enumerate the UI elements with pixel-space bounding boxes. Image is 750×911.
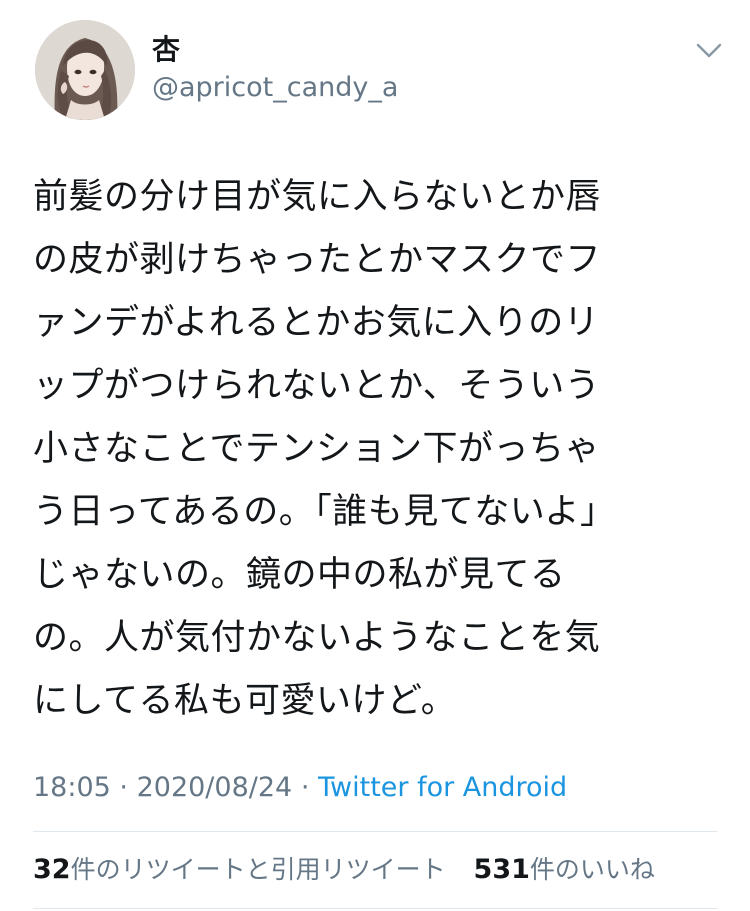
divider [33, 908, 717, 909]
retweets-stat[interactable]: 32件のリツイートと引用リツイート [33, 854, 446, 885]
tweet-date[interactable]: 2020/08/24 [137, 772, 293, 803]
tweet-text-line: の。人が気付かないようなことを気 [33, 618, 601, 658]
tweet-detail: 杏 @apricot_candy_a 前髪の分け目が気に入らないとか唇 の皮が剥… [0, 0, 750, 911]
avatar[interactable] [35, 20, 135, 120]
tweet-text-line: 前髪の分け目が気に入らないとか唇 [33, 177, 602, 217]
retweet-count: 32 [33, 854, 71, 885]
tweet-text: 前髪の分け目が気に入らないとか唇 の皮が剥けちゃったとかマスクでフ ァンデがよれ… [33, 166, 713, 733]
tweet-text-line: じゃないの。鏡の中の私が見てる [33, 555, 566, 595]
chevron-down-icon [696, 43, 722, 58]
meta-separator: · [119, 772, 128, 803]
meta-separator: · [300, 772, 310, 803]
display-name[interactable]: 杏 [152, 34, 180, 66]
likes-stat[interactable]: 531件のいいね [473, 854, 655, 885]
tweet-time[interactable]: 18:05 [33, 772, 111, 803]
tweet-text-line: ァンデがよれるとかお気に入りのリ [33, 303, 600, 343]
user-handle[interactable]: @apricot_candy_a [152, 72, 398, 104]
tweet-stats: 32件のリツイートと引用リツイート 531件のいいね [33, 852, 655, 888]
tweet-text-line: う日ってあるの。「誰も見てないよ」 [33, 492, 616, 532]
tweet-source-link[interactable]: Twitter for Android [318, 772, 567, 803]
more-options-button[interactable] [694, 38, 724, 62]
tweet-text-line: の皮が剥けちゃったとかマスクでフ [33, 240, 602, 280]
tweet-meta: 18:05 · 2020/08/24 · Twitter for Android [33, 770, 567, 806]
like-count: 531 [473, 854, 530, 885]
retweet-label: 件のリツイートと引用リツイート [70, 855, 446, 884]
tweet-text-line: にしてる私も可愛いけど。 [33, 681, 457, 721]
like-label: 件のいいね [529, 855, 655, 884]
divider [33, 831, 717, 832]
tweet-text-line: 小さなことでテンション下がっちゃ [33, 429, 600, 469]
avatar-illustration-icon [35, 20, 135, 120]
tweet-text-line: ップがつけられないとか、そういう [33, 366, 601, 406]
